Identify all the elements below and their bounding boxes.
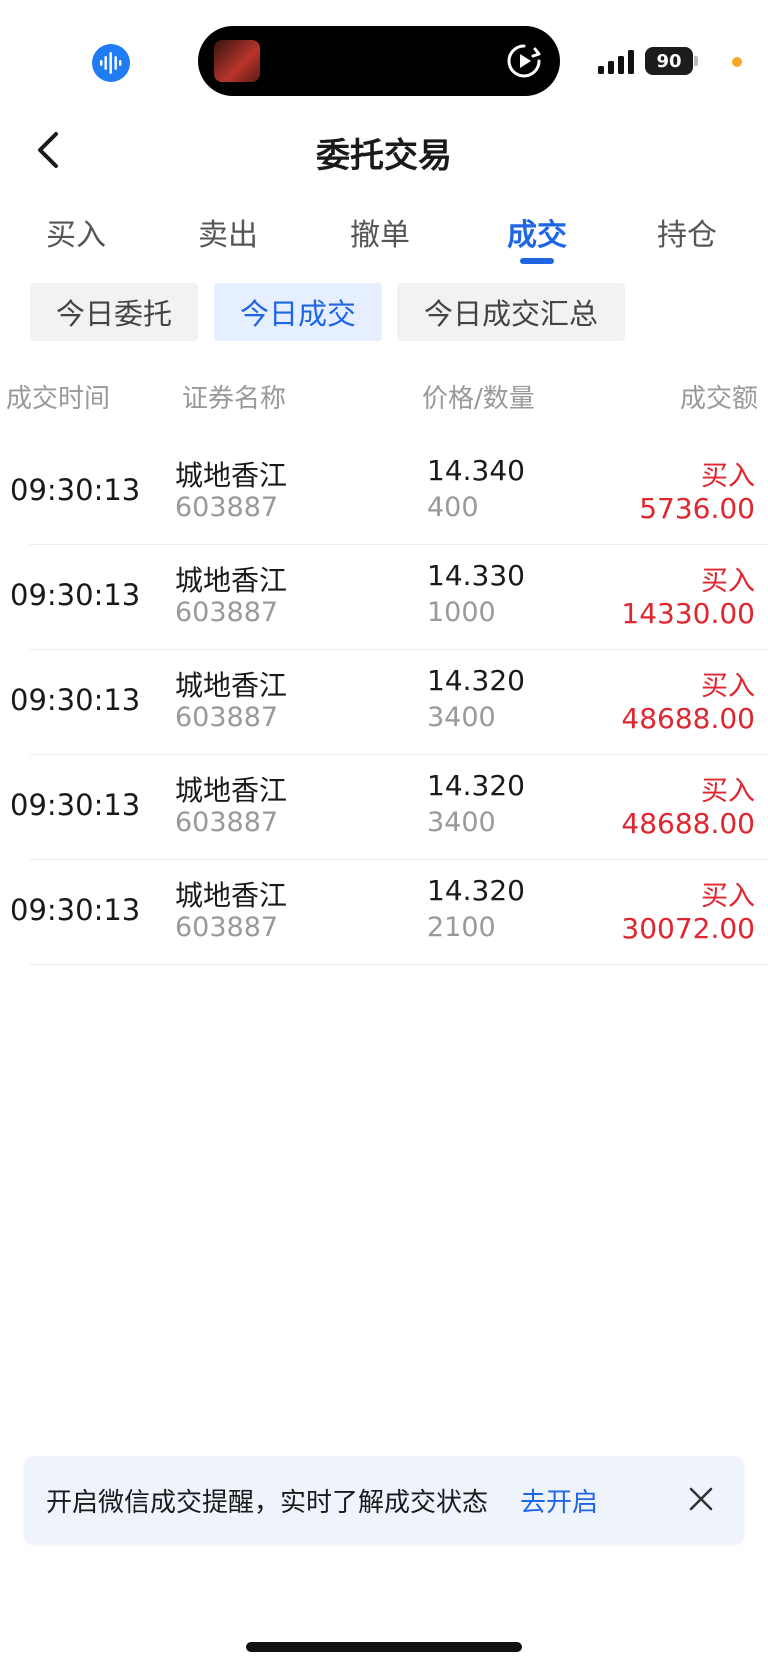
deal-price: 14.330 [427,559,525,592]
battery-tip [694,56,698,66]
security-code: 603887 [175,912,279,943]
deal-side: 买入 [701,776,755,807]
table-row[interactable]: 09:30:13 城地香江 603887 14.340 400 买入 5736.… [0,440,768,545]
column-header-amount: 成交额 [679,384,758,414]
column-header-name: 证券名称 [182,384,287,414]
deal-time: 09:30:13 [10,683,141,717]
deal-price: 14.320 [427,664,525,697]
main-tabs: 买入 卖出 撤单 成交 持仓 [0,200,768,270]
deals-table: 09:30:13 城地香江 603887 14.340 400 买入 5736.… [0,440,768,965]
tab-buy[interactable]: 买入 [16,210,136,254]
deal-side: 买入 [701,566,755,597]
security-name: 城地香江 [175,774,288,807]
security-code: 603887 [175,807,279,838]
close-icon[interactable] [686,1484,716,1514]
notice-text: 开启微信成交提醒，实时了解成交状态 [46,1488,489,1518]
row-divider [30,964,768,965]
deal-quantity: 3400 [427,807,496,838]
wechat-notice-banner: 开启微信成交提醒，实时了解成交状态 去开启 [24,1456,744,1544]
table-row[interactable]: 09:30:13 城地香江 603887 14.330 1000 买入 1433… [0,545,768,650]
security-code: 603887 [175,597,279,628]
deal-quantity: 400 [427,492,479,523]
tab-cancel-order[interactable]: 撤单 [320,210,440,254]
column-header-price-qty: 价格/数量 [422,384,535,414]
deal-time: 09:30:13 [10,578,141,612]
deal-price: 14.340 [427,454,525,487]
deal-amount: 48688.00 [621,702,755,735]
tab-positions[interactable]: 持仓 [627,210,747,254]
column-header-time: 成交时间 [6,384,111,414]
enable-notice-link[interactable]: 去开启 [520,1482,598,1519]
privacy-indicator-dot [732,57,742,67]
deal-amount: 14330.00 [621,597,755,630]
subtab-today-deals-summary[interactable]: 今日成交汇总 [397,283,625,341]
subtab-today-orders[interactable]: 今日委托 [30,283,198,341]
deal-amount: 30072.00 [621,912,755,945]
security-name: 城地香江 [175,564,288,597]
deal-side: 买入 [701,881,755,912]
battery-icon: 90 [645,47,693,75]
dynamic-island[interactable] [198,26,560,96]
deal-time: 09:30:13 [10,473,141,507]
active-tab-indicator [520,258,554,264]
home-indicator [246,1642,522,1652]
deal-time: 09:30:13 [10,788,141,822]
status-bar: 90 [0,0,768,110]
deal-quantity: 3400 [427,702,496,733]
voice-assistant-icon[interactable] [92,44,130,82]
tab-sell[interactable]: 卖出 [168,210,288,254]
deal-amount: 48688.00 [621,807,755,840]
deal-side: 买入 [701,671,755,702]
subtab-today-deals[interactable]: 今日成交 [214,283,382,341]
security-name: 城地香江 [175,459,288,492]
security-name: 城地香江 [175,879,288,912]
nav-header: 委托交易 [0,110,768,190]
signal-icon [598,50,634,74]
deal-price: 14.320 [427,769,525,802]
table-header: 成交时间 证券名称 价格/数量 成交额 [0,370,768,420]
table-row[interactable]: 09:30:13 城地香江 603887 14.320 2100 买入 3007… [0,860,768,965]
deal-side: 买入 [701,461,755,492]
security-code: 603887 [175,492,279,523]
deal-quantity: 2100 [427,912,496,943]
table-row[interactable]: 09:30:13 城地香江 603887 14.320 3400 买入 4868… [0,650,768,755]
deal-price: 14.320 [427,874,525,907]
security-name: 城地香江 [175,669,288,702]
media-thumbnail [214,40,260,82]
deal-time: 09:30:13 [10,893,141,927]
deal-amount: 5736.00 [639,492,755,525]
security-code: 603887 [175,702,279,733]
table-row[interactable]: 09:30:13 城地香江 603887 14.320 3400 买入 4868… [0,755,768,860]
deal-quantity: 1000 [427,597,496,628]
page-title: 委托交易 [316,136,452,176]
play-icon[interactable] [506,43,542,79]
tab-deals[interactable]: 成交 [477,210,597,254]
